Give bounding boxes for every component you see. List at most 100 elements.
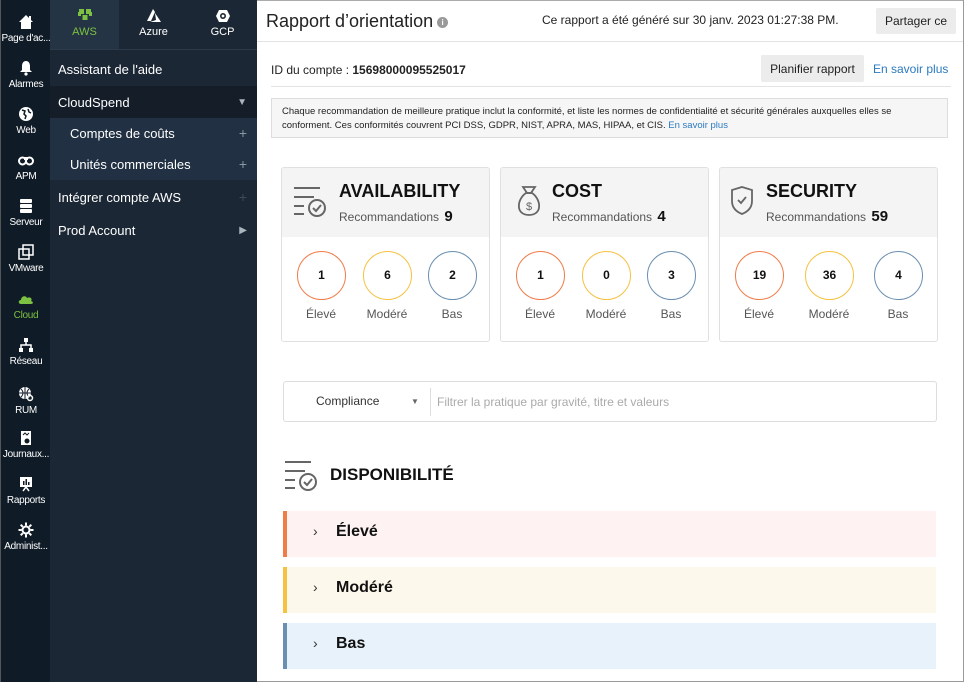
low-label: Bas — [441, 307, 463, 321]
rail-item-rum[interactable]: RUM — [1, 384, 51, 416]
high-count[interactable]: 1 — [297, 251, 346, 300]
globe-icon — [1, 104, 51, 124]
moderate-label: Modéré — [808, 307, 850, 321]
icon-rail: Page d'ac... Alarmes Web APM Serveur VMw… — [0, 0, 51, 682]
aws-icon — [77, 9, 92, 20]
nav-item-business-units[interactable]: Unités commerciales + — [50, 149, 257, 180]
plus-icon[interactable]: + — [239, 118, 247, 149]
account-id: ID du compte : 15698000095525017 — [271, 63, 466, 77]
gear-icon — [1, 520, 51, 540]
divider — [430, 388, 431, 416]
plus-icon[interactable]: + — [239, 181, 247, 214]
nav-item-prod-account[interactable]: Prod Account ▶ — [50, 214, 257, 247]
rail-item-web[interactable]: Web — [1, 104, 51, 136]
caret-down-icon: ▼ — [411, 397, 419, 406]
rail-item-server[interactable]: Serveur — [1, 196, 51, 228]
high-count[interactable]: 1 — [516, 251, 565, 300]
rail-item-network[interactable]: Réseau — [1, 335, 51, 367]
cloud-nav: AWS Azure GCP Assistant de l'aide CloudS… — [50, 0, 257, 682]
rail-item-home[interactable]: Page d'ac... — [1, 12, 51, 44]
severity-group-moderate[interactable]: › Modéré — [283, 567, 936, 613]
rail-item-apm[interactable]: APM — [1, 150, 51, 182]
filter-bar: Compliance ▼ — [283, 381, 937, 422]
rail-item-cloud[interactable]: Cloud — [1, 289, 51, 321]
card-title: COST — [552, 181, 603, 201]
tab-aws[interactable]: AWS — [50, 0, 119, 49]
section-title: DISPONIBILITÉ — [330, 465, 454, 484]
card-recommendations: Recommandations 9 — [339, 208, 453, 225]
reports-icon — [1, 474, 51, 494]
availability-icon — [285, 461, 317, 491]
generated-timestamp: Ce rapport a été généré sur 30 janv. 202… — [542, 13, 839, 27]
caret-right-icon[interactable]: ▶ — [239, 214, 247, 247]
svg-text:$: $ — [526, 201, 532, 213]
compliance-notice: Chaque recommandation de meilleure prati… — [271, 98, 948, 138]
cloud-icon — [1, 289, 51, 309]
low-count[interactable]: 3 — [647, 251, 696, 300]
chevron-right-icon: › — [313, 523, 318, 539]
nav-item-integrate-aws[interactable]: Intégrer compte AWS + — [50, 181, 257, 214]
severity-group-high[interactable]: › Élevé — [283, 511, 936, 557]
rail-item-admin[interactable]: Administ... — [1, 520, 51, 552]
azure-icon — [146, 9, 161, 22]
binoculars-icon — [1, 150, 51, 170]
nav-item-cloudspend[interactable]: CloudSpend ▼ — [50, 86, 257, 119]
rail-item-vmware[interactable]: VMware — [1, 242, 51, 274]
rum-icon — [1, 384, 51, 404]
nav-item-cost-accounts[interactable]: Comptes de coûts + — [50, 118, 257, 149]
cloud-tabs: AWS Azure GCP — [50, 0, 257, 50]
card-security[interactable]: SECURITY Recommandations 59 19 36 4 Élev… — [719, 167, 938, 342]
shield-check-icon — [731, 186, 753, 215]
low-label: Bas — [660, 307, 682, 321]
rail-item-logs[interactable]: Journaux... — [1, 428, 51, 460]
low-label: Bas — [887, 307, 909, 321]
nav-item-help-assistant[interactable]: Assistant de l'aide — [50, 53, 257, 86]
home-icon — [1, 12, 51, 32]
card-recommendations: Recommandations 4 — [552, 208, 666, 225]
page-title: Rapport d’orientation i — [266, 11, 449, 32]
bell-icon — [1, 58, 51, 78]
compliance-dropdown[interactable]: Compliance ▼ — [284, 382, 430, 421]
caret-down-icon[interactable]: ▼ — [237, 86, 247, 119]
card-availability[interactable]: AVAILABILITY Recommandations 9 1 6 2 Éle… — [281, 167, 490, 342]
rail-item-reports[interactable]: Rapports — [1, 474, 51, 506]
topbar: Rapport d’orientation i Ce rapport a été … — [257, 0, 963, 42]
high-label: Élevé — [743, 307, 775, 321]
schedule-report-button[interactable]: Planifier rapport — [761, 55, 864, 82]
moderate-label: Modéré — [366, 307, 408, 321]
severity-group-low[interactable]: › Bas — [283, 623, 936, 669]
info-icon[interactable]: i — [437, 16, 449, 28]
high-label: Élevé — [524, 307, 556, 321]
rail-item-alarms[interactable]: Alarmes — [1, 58, 51, 90]
money-bag-icon: $ — [517, 186, 541, 216]
gcp-icon — [215, 10, 230, 22]
vmware-icon — [1, 242, 51, 262]
network-icon — [1, 335, 51, 355]
chevron-right-icon: › — [313, 635, 318, 651]
plus-icon[interactable]: + — [239, 149, 247, 180]
chevron-right-icon: › — [313, 579, 318, 595]
availability-icon — [294, 187, 326, 217]
filter-input[interactable] — [434, 388, 929, 416]
notice-learn-more-link[interactable]: En savoir plus — [668, 120, 728, 131]
logs-icon — [1, 428, 51, 448]
card-title: AVAILABILITY — [339, 181, 461, 201]
server-icon — [1, 196, 51, 216]
card-cost[interactable]: $ COST Recommandations 4 1 0 3 Élevé Mod… — [500, 167, 709, 342]
low-count[interactable]: 4 — [874, 251, 923, 300]
moderate-label: Modéré — [585, 307, 627, 321]
tab-azure[interactable]: Azure — [119, 0, 188, 49]
high-label: Élevé — [305, 307, 337, 321]
card-title: SECURITY — [766, 181, 858, 201]
moderate-count[interactable]: 0 — [582, 251, 631, 300]
low-count[interactable]: 2 — [428, 251, 477, 300]
card-recommendations: Recommandations 59 — [766, 208, 889, 225]
account-row: ID du compte : 15698000095525017 Planifi… — [271, 54, 951, 87]
high-count[interactable]: 19 — [735, 251, 784, 300]
tab-gcp[interactable]: GCP — [188, 0, 257, 49]
main-panel: Rapport d’orientation i Ce rapport a été … — [257, 0, 964, 682]
moderate-count[interactable]: 36 — [805, 251, 854, 300]
moderate-count[interactable]: 6 — [363, 251, 412, 300]
share-button[interactable]: Partager ce — [876, 8, 956, 34]
learn-more-link[interactable]: En savoir plus — [873, 62, 948, 76]
